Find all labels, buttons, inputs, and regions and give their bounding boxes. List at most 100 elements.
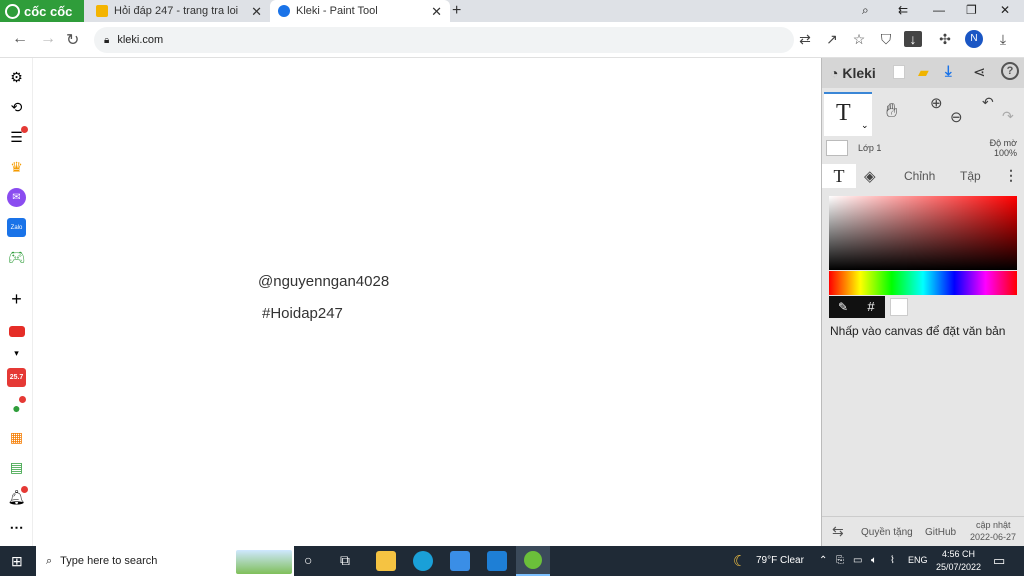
coccoc-icon xyxy=(524,551,542,569)
panel-tabs: T ◈ Chỉnh Tập ⋮ xyxy=(822,164,1024,188)
list-icon[interactable]: ☰ xyxy=(7,126,28,147)
color-picker-area[interactable] xyxy=(829,196,1017,270)
update-date[interactable]: 2022-06-27 xyxy=(970,532,1016,542)
tab-text[interactable]: T xyxy=(822,164,856,188)
help-icon[interactable]: ? xyxy=(1001,62,1019,80)
battery-icon[interactable]: ▭ xyxy=(853,555,862,566)
gear-icon[interactable]: ⚙ xyxy=(7,68,26,87)
layers-icon[interactable]: ◈ xyxy=(864,167,876,185)
translate-icon[interactable]: ⇄ xyxy=(796,31,814,48)
folder-icon[interactable]: ▰ xyxy=(918,64,929,81)
tab-hoidap[interactable]: Hỏi đáp 247 - trang tra loi ✕ xyxy=(88,0,270,22)
kleki-logo[interactable]: ◔ Kleki xyxy=(830,65,876,81)
hex-input-button[interactable]: # xyxy=(857,296,885,318)
history-icon[interactable]: ⟲ xyxy=(7,98,26,117)
back-history-icon[interactable]: ⇇ xyxy=(898,3,908,17)
new-tab-button[interactable]: + xyxy=(452,2,461,20)
notification-dot xyxy=(21,126,28,133)
messenger-icon[interactable]: ✉ xyxy=(7,188,26,207)
url-text: kleki.com xyxy=(117,34,164,46)
wifi-icon[interactable]: ⌇ xyxy=(890,555,895,566)
zoom-in-icon[interactable]: ⊕ xyxy=(930,94,943,112)
shopee-icon[interactable]: 25.7 xyxy=(7,368,26,387)
profile-avatar[interactable]: N xyxy=(965,30,983,48)
turtle-icon[interactable]: ● xyxy=(7,396,26,417)
more-icon[interactable]: ⋯ xyxy=(7,518,26,537)
text-tool-button[interactable]: T ⌄ xyxy=(824,92,872,136)
share-icon[interactable]: ↗ xyxy=(823,31,841,48)
close-window-icon[interactable]: ✕ xyxy=(1000,3,1010,17)
gamepad-icon[interactable]: 🎮︎ xyxy=(7,248,26,267)
file-explorer-icon[interactable] xyxy=(376,551,396,571)
close-tab-icon[interactable]: ✕ xyxy=(251,4,262,20)
extensions-icon[interactable]: ✣ xyxy=(936,31,954,48)
opacity-value: 100% xyxy=(993,148,1017,158)
chevron-down-icon[interactable]: ▾ xyxy=(7,344,26,363)
chevron-down-icon[interactable]: ⌄ xyxy=(861,120,869,131)
tab-adjust[interactable]: Chỉnh xyxy=(904,169,935,183)
back-icon[interactable]: ← xyxy=(12,30,28,48)
zalo-icon[interactable]: Zalo xyxy=(7,218,26,237)
taskbar-search[interactable]: ⌕ Type here to search xyxy=(36,546,294,576)
download-icon[interactable]: ⤓ xyxy=(945,63,952,80)
crown-icon[interactable]: ♛ xyxy=(7,158,26,177)
downloads-icon[interactable]: ⤓ xyxy=(994,31,1012,48)
sheet-icon[interactable]: ▤ xyxy=(7,458,26,477)
mail-icon[interactable] xyxy=(487,551,507,571)
zoom-out-icon[interactable]: ⊖ xyxy=(950,108,963,126)
drawing-canvas[interactable]: @nguyenngan4028 #Hoidap247 xyxy=(33,58,821,546)
reload-icon[interactable]: ↻ xyxy=(66,30,79,50)
youtube-icon[interactable] xyxy=(7,322,26,341)
notifications-icon[interactable]: ▭ xyxy=(993,553,1005,569)
minimize-icon[interactable]: — xyxy=(933,3,945,17)
volume-icon[interactable]: 🔈︎ xyxy=(871,555,877,566)
clock-date[interactable]: 25/07/2022 xyxy=(936,562,981,572)
coccoc-taskbar-button[interactable] xyxy=(516,546,550,576)
hue-slider[interactable] xyxy=(829,271,1017,295)
panel-header: ◔ Kleki ▰ ⤓ ⋖ ? xyxy=(822,58,1024,88)
bell-icon[interactable]: 🔔︎ xyxy=(7,486,28,507)
network-icon[interactable]: ⎘ xyxy=(836,555,844,566)
windows-start-icon[interactable]: ⊞ xyxy=(11,553,23,570)
cart-icon[interactable]: ▦ xyxy=(7,428,26,447)
browser-brand[interactable]: cốc cốc xyxy=(0,0,84,22)
hand-icon[interactable]: ✋︎ xyxy=(886,100,897,123)
chevron-up-icon[interactable]: ⌃ xyxy=(819,555,827,566)
shield-icon[interactable]: ⛉ xyxy=(877,31,895,48)
store-icon[interactable] xyxy=(450,551,470,571)
github-link[interactable]: GitHub xyxy=(925,527,956,538)
secondary-color-swatch[interactable] xyxy=(890,298,908,316)
picker-controls: ✎ # xyxy=(829,296,1017,318)
weather-text[interactable]: 79°F Clear xyxy=(756,555,804,566)
plus-icon[interactable]: + xyxy=(7,289,26,309)
close-tab-icon[interactable]: ✕ xyxy=(431,4,442,20)
cortana-icon[interactable]: ○ xyxy=(304,552,312,568)
kleki-logo-text: Kleki xyxy=(842,65,876,81)
share-icon[interactable]: ⋖ xyxy=(973,63,986,81)
clock-time[interactable]: 4:56 CH xyxy=(942,549,975,559)
tab-search-icon[interactable]: ⌕ xyxy=(862,3,869,18)
forward-icon[interactable]: → xyxy=(40,30,56,48)
address-bar[interactable]: 🔒︎ kleki.com xyxy=(94,27,794,53)
layer-thumbnail xyxy=(826,140,848,156)
tab-kleki[interactable]: Kleki - Paint Tool ✕ xyxy=(270,0,450,22)
language-indicator[interactable]: ENG xyxy=(908,555,928,565)
new-image-icon[interactable] xyxy=(893,65,905,79)
eyedropper-icon[interactable]: ✎ xyxy=(829,296,857,318)
more-vertical-icon[interactable]: ⋮ xyxy=(1004,167,1018,184)
notification-dot xyxy=(21,486,28,493)
download-icon[interactable]: ↓ xyxy=(904,31,922,47)
swap-icon[interactable]: ⇆ xyxy=(832,523,844,540)
star-icon[interactable]: ☆ xyxy=(850,31,868,48)
tab-file[interactable]: Tập xyxy=(960,169,981,183)
update-label: cập nhật xyxy=(976,520,1011,530)
brand-label: cốc cốc xyxy=(24,3,73,19)
donate-link[interactable]: Quyền tặng xyxy=(861,527,913,538)
edge-icon[interactable] xyxy=(413,551,433,571)
redo-icon[interactable]: ↷ xyxy=(1002,108,1014,125)
task-view-icon[interactable]: ⧉ xyxy=(340,552,350,569)
layer-row[interactable]: Lớp 1 Độ mờ 100% xyxy=(822,138,1024,162)
restore-icon[interactable]: ❐ xyxy=(966,3,977,17)
lock-icon: 🔒︎ xyxy=(104,34,110,46)
undo-icon[interactable]: ↶ xyxy=(982,94,994,111)
